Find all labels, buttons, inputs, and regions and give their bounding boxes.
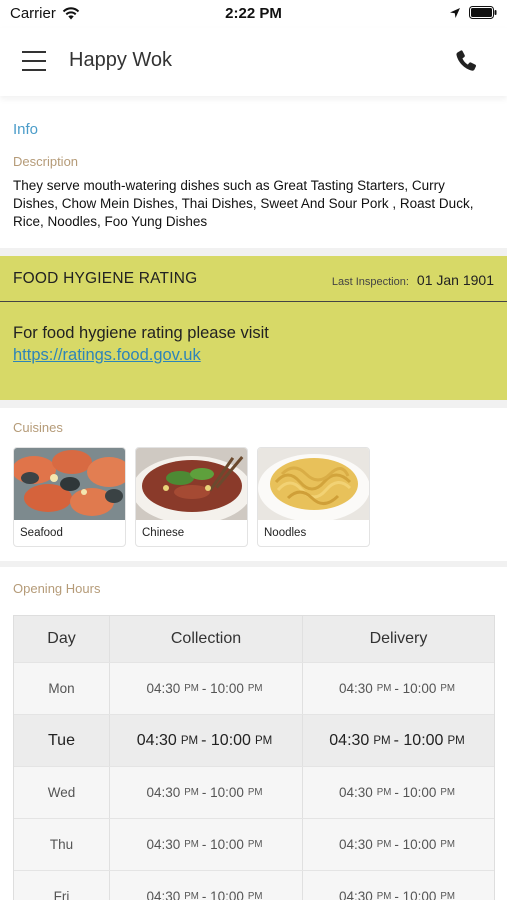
last-inspection-label: Last Inspection: xyxy=(331,276,409,288)
table-row: Thu 04:30 PM - 10:00 PM 04:30 PM - 10:00 PM xyxy=(14,819,494,871)
day-cell: Tue xyxy=(14,715,110,766)
phone-icon[interactable] xyxy=(453,48,481,76)
column-header-delivery: Delivery xyxy=(369,630,428,647)
section-divider xyxy=(0,248,507,256)
day-cell: Fri xyxy=(14,871,110,900)
cuisines-label: Cuisines xyxy=(13,420,63,435)
nav-title: Happy Wok xyxy=(69,49,173,71)
table-header-row: Day Collection Delivery xyxy=(14,616,494,663)
last-inspection-date: 01 Jan 1901 xyxy=(416,272,494,288)
delivery-cell: 04:30 PM - 10:00 PM xyxy=(339,681,455,696)
collection-cell: 04:30 PM - 10:00 PM xyxy=(110,767,303,818)
section-divider xyxy=(0,400,507,408)
delivery-cell: 04:30 PM - 10:00 PM xyxy=(339,889,455,900)
status-time: 2:22 PM xyxy=(225,5,282,22)
cuisine-card-chinese[interactable]: Chinese xyxy=(135,447,248,547)
collection-cell: 04:30 PM - 10:00 PM xyxy=(110,663,303,714)
description-text: They serve mouth-watering dishes such as… xyxy=(13,178,474,229)
seafood-image xyxy=(14,448,125,520)
noodles-image xyxy=(258,448,369,520)
status-bar: Carrier 2:22 PM xyxy=(0,0,507,28)
opening-hours-table: Day Collection Delivery Mon 04:30 PM - 10:… xyxy=(13,615,495,900)
description-label: Description xyxy=(13,154,79,169)
table-row-today: Tue 04:30 PM - 10:00 PM 04:30 PM - 10:00 PM xyxy=(14,715,494,767)
hygiene-link[interactable]: https://ratings.food.gov.uk xyxy=(13,346,201,365)
info-header: Info xyxy=(13,121,39,138)
collection-cell: 04:30 PM - 10:00 PM xyxy=(110,715,303,766)
battery-icon xyxy=(469,6,497,19)
hygiene-title: FOOD HYGIENE RATING xyxy=(13,270,198,287)
chinese-image xyxy=(136,448,247,520)
day-cell: Thu xyxy=(14,819,110,870)
delivery-cell: 04:30 PM - 10:00 PM xyxy=(339,785,455,800)
column-header-collection: Collection xyxy=(110,616,303,662)
table-row: Wed 04:30 PM - 10:00 PM 04:30 PM - 10:00 PM xyxy=(14,767,494,819)
cuisine-card-noodles[interactable]: Noodles xyxy=(257,447,370,547)
hygiene-header: FOOD HYGIENE RATING Last Inspection: 01 … xyxy=(0,256,507,302)
delivery-cell: 04:30 PM - 10:00 PM xyxy=(339,837,455,852)
hygiene-text: For food hygiene rating please visit xyxy=(13,324,269,342)
cuisine-label: Chinese xyxy=(142,527,185,539)
cuisine-label: Seafood xyxy=(20,527,63,539)
cuisine-label: Noodles xyxy=(264,527,307,539)
delivery-cell: 04:30 PM - 10:00 PM xyxy=(329,731,465,749)
opening-hours-label: Opening Hours xyxy=(13,581,101,596)
table-row: Mon 04:30 PM - 10:00 PM 04:30 PM - 10:00 PM xyxy=(14,663,494,715)
column-header-day: Day xyxy=(14,616,110,662)
location-arrow-icon xyxy=(450,7,460,18)
cuisine-card-seafood[interactable]: Seafood xyxy=(13,447,126,547)
day-cell: Wed xyxy=(14,767,110,818)
hygiene-section: FOOD HYGIENE RATING Last Inspection: 01 … xyxy=(0,256,507,400)
menu-icon[interactable] xyxy=(22,51,48,73)
table-row: Fri 04:30 PM - 10:00 PM 04:30 PM - 10:00 PM xyxy=(14,871,494,900)
section-divider xyxy=(0,561,507,567)
day-cell: Mon xyxy=(14,663,110,714)
status-right xyxy=(449,6,497,19)
collection-cell: 04:30 PM - 10:00 PM xyxy=(110,871,303,900)
collection-cell: 04:30 PM - 10:00 PM xyxy=(110,819,303,870)
last-inspection: Last Inspection: 01 Jan 1901 xyxy=(332,272,494,288)
nav-bar: Happy Wok xyxy=(0,28,507,96)
